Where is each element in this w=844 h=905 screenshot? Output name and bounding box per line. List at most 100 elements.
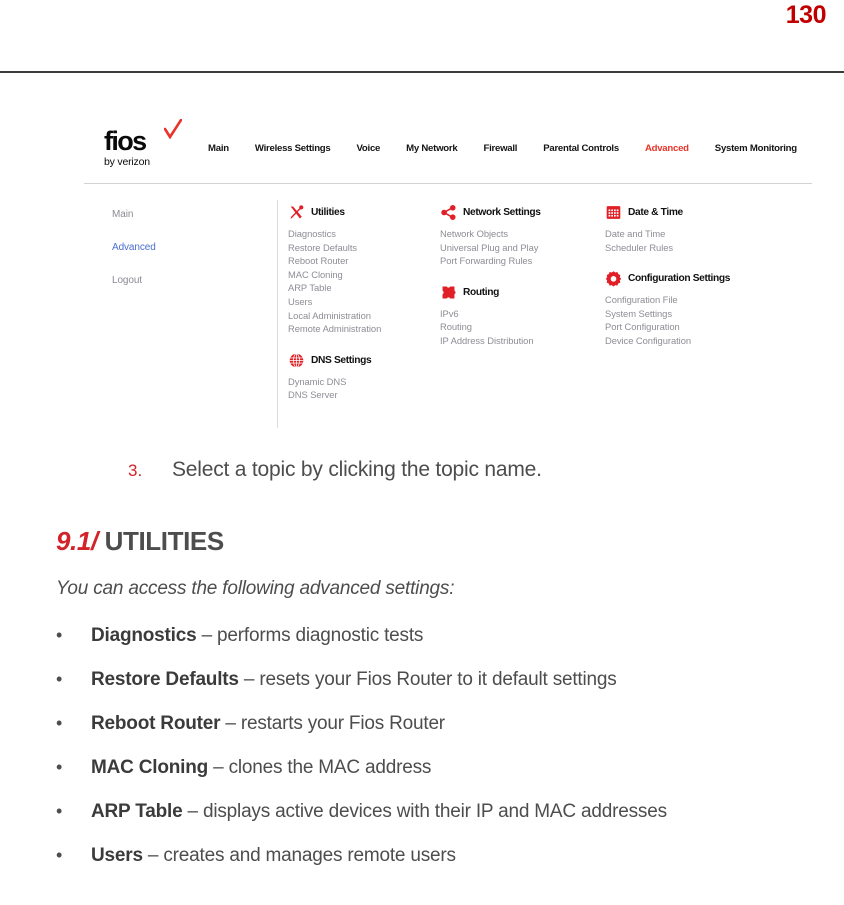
link-reboot-router[interactable]: Reboot Router — [288, 254, 438, 268]
bullet-desc: – displays active devices with their IP … — [182, 801, 668, 822]
step-item: 3. Select a topic by clicking the topic … — [128, 458, 542, 482]
group-date-time-header[interactable]: Date & Time — [605, 204, 805, 221]
group-configuration-settings-header[interactable]: Configuration Settings — [605, 270, 805, 287]
bullet-text: Users – creates and manages remote users — [91, 843, 456, 869]
bullet-desc: – clones the MAC address — [208, 757, 432, 778]
group-network-settings-header[interactable]: Network Settings — [440, 204, 595, 221]
fios-wordmark: fios — [104, 119, 182, 156]
fios-byline: by verizon — [104, 156, 150, 168]
nav-item-advanced[interactable]: Advanced — [645, 143, 689, 154]
puzzle-piece-icon — [442, 286, 456, 299]
nav-item-wireless-settings[interactable]: Wireless Settings — [255, 143, 331, 154]
bullet-term: Reboot Router — [91, 713, 221, 734]
bullet-term: MAC Cloning — [91, 757, 209, 778]
link-network-objects[interactable]: Network Objects — [440, 227, 595, 241]
nav-item-voice[interactable]: Voice — [357, 143, 381, 154]
link-scheduler-rules[interactable]: Scheduler Rules — [605, 241, 805, 255]
nav-item-parental-controls[interactable]: Parental Controls — [543, 143, 619, 154]
bullet-desc: – restarts your Fios Router — [220, 713, 445, 734]
link-system-settings[interactable]: System Settings — [605, 307, 805, 321]
bullet-term: Diagnostics — [91, 625, 197, 646]
calendar-icon — [606, 206, 621, 219]
section-number: 9.1/ — [56, 526, 98, 556]
group-dns-settings-header[interactable]: DNS Settings — [288, 352, 438, 369]
nav-divider — [84, 183, 812, 184]
gear-icon — [605, 271, 622, 287]
bullet-text: Diagnostics – performs diagnostic tests — [91, 623, 423, 649]
red-checkmark-icon — [164, 119, 182, 139]
group-routing-title: Routing — [463, 286, 500, 298]
group-dns-settings-title: DNS Settings — [311, 354, 372, 366]
section-title: UTILITIES — [104, 526, 225, 556]
link-configuration-file[interactable]: Configuration File — [605, 293, 805, 307]
tools-icon — [290, 205, 304, 219]
bullet-desc: – performs diagnostic tests — [196, 625, 424, 646]
group-dns-settings: DNS Settings Dynamic DNS DNS Server — [288, 352, 438, 402]
link-device-configuration[interactable]: Device Configuration — [605, 334, 805, 348]
globe-icon — [289, 353, 304, 368]
fios-wordmark-text: fios — [104, 126, 147, 156]
link-diagnostics[interactable]: Diagnostics — [288, 227, 438, 241]
nav-item-system-monitoring[interactable]: System Monitoring — [715, 143, 797, 154]
link-dynamic-dns[interactable]: Dynamic DNS — [288, 375, 438, 389]
nav-item-firewall[interactable]: Firewall — [483, 143, 517, 154]
bullet-marker: • — [56, 713, 63, 733]
link-date-and-time[interactable]: Date and Time — [605, 227, 805, 241]
section-intro: You can access the following advanced se… — [56, 578, 455, 599]
bullet-marker: • — [56, 625, 63, 645]
sidebar-item-logout[interactable]: Logout — [112, 275, 262, 287]
bullet-marker: • — [56, 669, 63, 689]
link-local-administration[interactable]: Local Administration — [288, 309, 438, 323]
bullet-text: ARP Table – displays active devices with… — [91, 799, 667, 825]
link-port-forwarding-rules[interactable]: Port Forwarding Rules — [440, 254, 595, 268]
router-nav-list: Main Wireless Settings Voice My Network … — [208, 143, 823, 154]
bullet-text: Restore Defaults – resets your Fios Rout… — [91, 667, 617, 693]
router-column-1: Utilities Diagnostics Restore Defaults R… — [288, 204, 438, 418]
link-remote-administration[interactable]: Remote Administration — [288, 322, 438, 336]
group-date-time-title: Date & Time — [628, 207, 683, 218]
step-text: Select a topic by clicking the topic nam… — [172, 458, 542, 481]
link-restore-defaults[interactable]: Restore Defaults — [288, 241, 438, 255]
router-top-nav: fios by verizon Main Wireless Settings V… — [78, 119, 818, 184]
link-mac-cloning[interactable]: MAC Cloning — [288, 268, 438, 282]
sidebar-item-main[interactable]: Main — [112, 209, 262, 221]
sidebar-item-advanced[interactable]: Advanced — [112, 242, 262, 254]
share-nodes-icon — [441, 205, 456, 220]
bullet-marker: • — [56, 801, 63, 821]
link-dns-server[interactable]: DNS Server — [288, 388, 438, 402]
group-utilities-title: Utilities — [311, 207, 345, 218]
link-ip-address-distribution[interactable]: IP Address Distribution — [440, 334, 595, 348]
group-date-time: Date & Time Date and Time Scheduler Rule… — [605, 204, 805, 254]
section-heading: 9.1/ UTILITIES — [56, 526, 224, 557]
page-number: 130 — [785, 1, 827, 29]
bullet-desc: – resets your Fios Router to it default … — [238, 669, 617, 690]
router-ui-screenshot: fios by verizon Main Wireless Settings V… — [78, 119, 818, 432]
router-sidebar: Main Advanced Logout — [112, 209, 262, 308]
group-network-settings-title: Network Settings — [463, 207, 541, 218]
link-universal-plug-and-play[interactable]: Universal Plug and Play — [440, 241, 595, 255]
group-configuration-settings-title: Configuration Settings — [628, 273, 731, 285]
link-arp-table[interactable]: ARP Table — [288, 281, 438, 295]
group-utilities: Utilities Diagnostics Restore Defaults R… — [288, 204, 438, 336]
list-item: • Users – creates and manages remote use… — [56, 842, 836, 869]
router-column-2: Network Settings Network Objects Univers… — [440, 204, 595, 364]
step-number: 3. — [128, 461, 143, 480]
bullet-marker: • — [56, 845, 63, 865]
nav-item-main[interactable]: Main — [208, 143, 229, 154]
router-column-3: Date & Time Date and Time Scheduler Rule… — [605, 204, 805, 364]
link-port-configuration[interactable]: Port Configuration — [605, 320, 805, 334]
group-routing-header[interactable]: Routing — [440, 284, 595, 301]
link-ipv6[interactable]: IPv6 — [440, 307, 595, 321]
group-network-settings: Network Settings Network Objects Univers… — [440, 204, 595, 268]
list-item: • MAC Cloning – clones the MAC address — [56, 754, 836, 781]
list-item: • ARP Table – displays active devices wi… — [56, 798, 836, 825]
list-item: • Diagnostics – performs diagnostic test… — [56, 622, 836, 649]
group-utilities-header[interactable]: Utilities — [288, 204, 438, 221]
nav-item-my-network[interactable]: My Network — [406, 143, 458, 154]
group-configuration-settings: Configuration Settings Configuration Fil… — [605, 270, 805, 347]
sidebar-divider — [277, 200, 278, 428]
header-divider — [0, 71, 844, 73]
link-routing[interactable]: Routing — [440, 320, 595, 334]
fios-logo: fios by verizon — [104, 119, 200, 168]
link-users[interactable]: Users — [288, 295, 438, 309]
